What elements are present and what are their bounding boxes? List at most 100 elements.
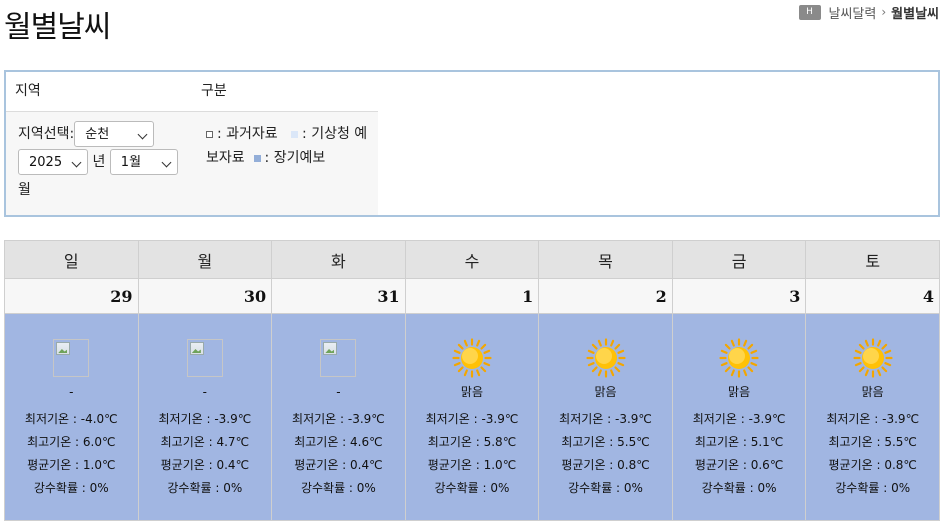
- rain-probability-label: 강수확률 :: [434, 481, 491, 495]
- rain-probability-label: 강수확률 :: [701, 481, 758, 495]
- avg-temp-line: 평균기온 : 1.0℃: [406, 454, 539, 477]
- chevron-down-icon: [161, 157, 172, 168]
- legend-long-term: : 장기예보: [264, 150, 326, 166]
- max-temp-value: 5.5℃: [617, 435, 650, 449]
- sun-icon: [452, 338, 492, 378]
- max-temp-line: 최고기온 : 4.7℃: [139, 431, 272, 454]
- min-temp-line: 최저기온 : -4.0℃: [5, 408, 138, 431]
- weather-icon-wrap: [406, 338, 539, 378]
- sun-icon: [853, 338, 893, 378]
- weekday-header: 일: [4, 240, 139, 279]
- weekday-header: 화: [271, 240, 406, 279]
- broken-image-icon: [53, 339, 90, 377]
- image-placeholder-icon: [189, 342, 204, 355]
- rain-probability-line: 강수확률 : 0%: [673, 477, 806, 500]
- max-temp-value: 5.8℃: [483, 435, 517, 449]
- image-placeholder-icon: [323, 342, 338, 355]
- weather-condition: 맑음: [460, 385, 484, 399]
- avg-temp-label: 평균기온 :: [427, 458, 484, 472]
- max-temp-line: 최고기온 : 5.8℃: [406, 431, 539, 454]
- min-temp-line: 최저기온 : -3.9℃: [539, 408, 672, 431]
- date-cell: 30: [137, 278, 273, 314]
- date-cell: 1: [404, 278, 540, 314]
- year-suffix: 년: [92, 154, 106, 170]
- weather-condition: 맑음: [728, 385, 751, 399]
- page-title: 월별날씨: [4, 10, 111, 45]
- year-select-value: 2025: [29, 155, 63, 170]
- avg-temp-line: 평균기온 : 0.6℃: [673, 454, 806, 477]
- avg-temp-line: 평균기온 : 1.0℃: [5, 454, 138, 477]
- min-temp-label: 최저기온 :: [158, 412, 215, 426]
- min-temp-label: 최저기온 :: [292, 412, 348, 426]
- avg-temp-label: 평균기온 :: [294, 458, 351, 472]
- min-temp-value: -3.9℃: [882, 412, 920, 426]
- month-select-value: 1월: [120, 155, 142, 170]
- day-weather-cell[interactable]: - 최저기온 : -4.0℃ 최고기온 : 6.0℃ 평균기온 : 1.0℃ 강수확률 …: [4, 313, 139, 521]
- max-temp-value: 5.1℃: [750, 435, 784, 449]
- day-weather-cell[interactable]: 맑음 최저기온 : -3.9℃ 최고기온 : 5.5℃ 평균기온 : 0.8℃ 강수확률…: [805, 313, 940, 521]
- max-temp-value: 4.7℃: [216, 435, 250, 449]
- avg-temp-value: 0.8℃: [884, 458, 917, 472]
- rain-probability-value: 0%: [891, 481, 911, 495]
- avg-temp-label: 평균기온 :: [160, 458, 217, 472]
- min-temp-label: 최저기온 :: [559, 412, 615, 426]
- avg-temp-value: 0.8℃: [617, 458, 650, 472]
- past-data-swatch: [206, 130, 213, 138]
- weather-condition: -: [202, 385, 208, 399]
- home-icon[interactable]: H: [798, 4, 821, 20]
- avg-temp-value: 0.4℃: [216, 458, 250, 472]
- avg-temp-value: 1.0℃: [483, 458, 517, 472]
- breadcrumb-current: 월별날씨: [891, 6, 939, 22]
- rain-probability-line: 강수확률 : 0%: [406, 477, 539, 500]
- month-select[interactable]: 1월: [109, 149, 178, 175]
- rain-probability-value: 0%: [356, 481, 376, 495]
- max-temp-line: 최고기온 : 4.6℃: [272, 431, 405, 454]
- avg-temp-value: 0.4℃: [350, 458, 383, 472]
- min-temp-line: 최저기온 : -3.9℃: [139, 408, 272, 431]
- region-select-label: 지역선택:: [18, 126, 75, 142]
- region-select-value: 순천: [85, 127, 110, 142]
- day-weather-cell[interactable]: - 최저기온 : -3.9℃ 최고기온 : 4.6℃ 평균기온 : 0.4℃ 강수확률 …: [271, 313, 406, 521]
- min-temp-label: 최저기온 :: [24, 412, 81, 426]
- rain-probability-label: 강수확률 :: [835, 481, 892, 495]
- rain-probability-label: 강수확률 :: [568, 481, 624, 495]
- weekday-header: 목: [538, 240, 673, 279]
- year-select[interactable]: 2025: [18, 149, 88, 175]
- min-temp-value: -3.9℃: [615, 412, 652, 426]
- min-temp-label: 최저기온 :: [826, 412, 883, 426]
- day-weather-cell[interactable]: 맑음 최저기온 : -3.9℃ 최고기온 : 5.8℃ 평균기온 : 1.0℃ 강수확률…: [404, 313, 540, 521]
- day-weather-cell[interactable]: 맑음 최저기온 : -3.9℃ 최고기온 : 5.5℃ 평균기온 : 0.8℃ 강수확률…: [538, 313, 673, 521]
- region-controls: 지역선택: 순천 2025 년 1월 월: [6, 112, 192, 215]
- day-weather-cell[interactable]: - 최저기온 : -3.9℃ 최고기온 : 4.7℃ 평균기온 : 0.4℃ 강수확률 …: [137, 313, 273, 521]
- chevron-down-icon: [137, 129, 148, 140]
- avg-temp-line: 평균기온 : 0.4℃: [272, 454, 405, 477]
- max-temp-label: 최고기온 :: [294, 435, 351, 449]
- legend-past: : 과거자료: [217, 126, 278, 142]
- category-column: 구분 : 과거자료 : 기상청 예보자료 : 장기예보: [192, 72, 378, 215]
- region-select[interactable]: 순천: [74, 121, 155, 147]
- long-term-swatch: [253, 154, 261, 162]
- chevron-right-icon: ›: [881, 5, 887, 19]
- rain-probability-line: 강수확률 : 0%: [272, 477, 405, 500]
- rain-probability-label: 강수확률 :: [33, 481, 90, 495]
- weather-icon-wrap: [806, 338, 939, 378]
- max-temp-value: 6.0℃: [82, 435, 116, 449]
- date-cell: 2: [538, 278, 673, 314]
- region-header: 지역: [6, 72, 192, 112]
- date-row: 29 30 31 1 2 3 4: [4, 278, 940, 314]
- date-cell: 31: [271, 278, 406, 314]
- day-weather-cell[interactable]: 맑음 최저기온 : -3.9℃ 최고기온 : 5.1℃ 평균기온 : 0.6℃ 강수확률…: [671, 313, 807, 521]
- sun-icon: [719, 338, 759, 378]
- weekday-header: 토: [805, 240, 940, 279]
- legend: : 과거자료 : 기상청 예보자료 : 장기예보: [192, 112, 378, 215]
- broken-image-icon: [186, 339, 223, 377]
- breadcrumb-parent-link[interactable]: 날씨달력: [829, 3, 877, 22]
- breadcrumb: H 날씨달력 › 월별날씨: [798, 3, 939, 22]
- max-temp-value: 5.5℃: [884, 435, 917, 449]
- min-temp-value: -3.9℃: [748, 412, 786, 426]
- weather-info-row: - 최저기온 : -4.0℃ 최고기온 : 6.0℃ 평균기온 : 1.0℃ 강수확률 …: [4, 313, 940, 521]
- weekday-header: 월: [137, 240, 273, 279]
- rain-probability-value: 0%: [757, 481, 777, 495]
- avg-temp-value: 0.6℃: [750, 458, 784, 472]
- min-temp-label: 최저기온 :: [692, 412, 749, 426]
